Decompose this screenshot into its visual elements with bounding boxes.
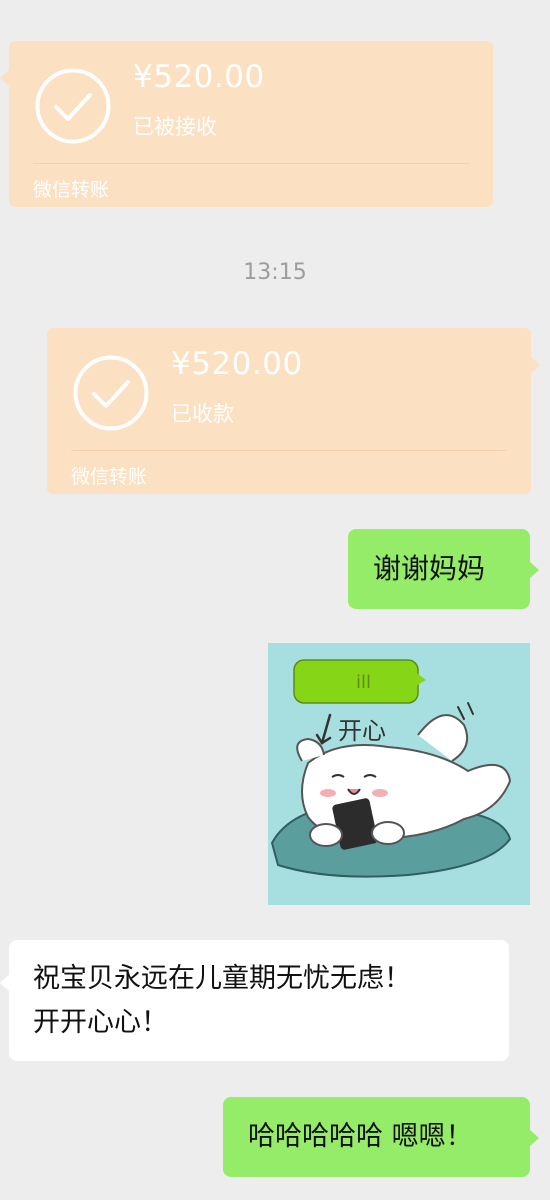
message-bubble-thanks[interactable]: 谢谢妈妈: [348, 529, 539, 609]
sticker-image[interactable]: ill 开心: [268, 643, 530, 905]
bubble-tail: [0, 69, 10, 87]
transfer-status: 已收款: [171, 402, 234, 426]
sticker-caption: 开心: [338, 717, 386, 745]
message-text: 哈哈哈哈哈 嗯嗯！: [248, 1121, 473, 1152]
bubble-tail: [530, 356, 540, 374]
sticker-drawing: ill 开心: [270, 659, 512, 878]
bubble-tail: [0, 974, 10, 992]
transfer-amount: ¥520.00: [171, 346, 303, 382]
message-bubble-reply[interactable]: 哈哈哈哈哈 嗯嗯！: [223, 1097, 539, 1177]
transfer-status: 已被接收: [133, 115, 217, 139]
divider: [33, 163, 469, 164]
transfer-amount: ¥520.00: [133, 59, 265, 95]
message-bubble-wish[interactable]: 祝宝贝永远在儿童期无忧无虑！ 开开心心！: [0, 940, 509, 1061]
message-text-line-2: 开开心心！: [33, 1007, 168, 1038]
transfer-card-accepted[interactable]: ¥520.00 已收款 微信转账: [47, 328, 540, 494]
check-circle-icon: [73, 355, 149, 431]
bubble-tail: [529, 561, 539, 579]
transfer-footer: 微信转账: [71, 466, 148, 488]
transfer-footer: 微信转账: [33, 179, 110, 201]
transfer-card-received[interactable]: ¥520.00 已被接收 微信转账: [0, 41, 493, 207]
chat-timestamp: 13:15: [243, 260, 307, 285]
message-text-line-1: 祝宝贝永远在儿童期无忧无虑！: [33, 963, 411, 994]
bubble-tail: [529, 1129, 539, 1147]
check-circle-icon: [35, 68, 111, 144]
message-text: 谢谢妈妈: [373, 552, 486, 585]
divider: [71, 450, 507, 451]
sticker-bubble-text: ill: [356, 672, 371, 693]
